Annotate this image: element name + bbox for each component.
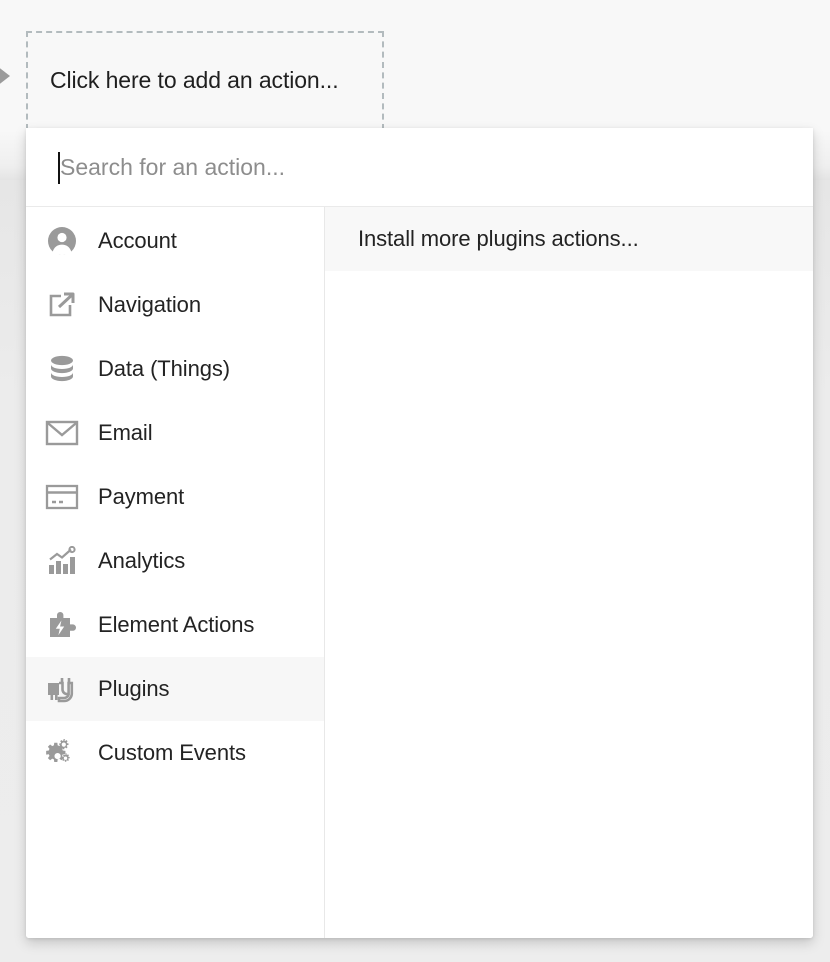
search-input[interactable] (60, 153, 760, 181)
category-item-plugins[interactable]: Plugins (26, 657, 324, 721)
gears-icon (26, 737, 98, 769)
category-item-custom-events[interactable]: Custom Events (26, 721, 324, 785)
database-icon (26, 353, 98, 385)
action-picker-dropdown: Account Navigation (26, 128, 813, 938)
triangle-right-icon (0, 62, 10, 90)
category-label: Plugins (98, 676, 170, 701)
category-item-element-actions[interactable]: Element Actions (26, 593, 324, 657)
category-label: Email (98, 420, 153, 445)
external-link-icon (26, 289, 98, 321)
category-label: Analytics (98, 548, 186, 573)
category-label: Element Actions (98, 612, 255, 637)
puzzle-bolt-icon (26, 609, 98, 641)
category-item-analytics[interactable]: Analytics (26, 529, 324, 593)
category-item-account[interactable]: Account (26, 209, 324, 273)
envelope-icon (26, 419, 98, 447)
category-item-data-things[interactable]: Data (Things) (26, 337, 324, 401)
plug-icon (26, 674, 98, 704)
category-label: Custom Events (98, 740, 246, 765)
category-list: Account Navigation Data (Things) Email P… (26, 207, 325, 938)
add-action-placeholder-box[interactable]: Click here to add an action... (26, 31, 384, 130)
results-pane: Install more plugins actions... (325, 207, 813, 938)
category-item-navigation[interactable]: Navigation (26, 273, 324, 337)
user-circle-icon (26, 225, 98, 257)
dropdown-body: Account Navigation Data (Things) Email P… (26, 207, 813, 938)
text-caret-icon (58, 152, 60, 184)
category-label: Data (Things) (98, 356, 230, 381)
category-label: Account (98, 228, 177, 253)
category-label: Navigation (98, 292, 201, 317)
add-action-label: Click here to add an action... (50, 67, 339, 93)
credit-card-icon (26, 484, 98, 510)
category-label: Payment (98, 484, 185, 509)
category-item-payment[interactable]: Payment (26, 465, 324, 529)
search-row (26, 128, 813, 207)
bar-chart-line-icon (26, 546, 98, 576)
category-item-email[interactable]: Email (26, 401, 324, 465)
result-item-install-more-plugins[interactable]: Install more plugins actions... (325, 207, 813, 271)
